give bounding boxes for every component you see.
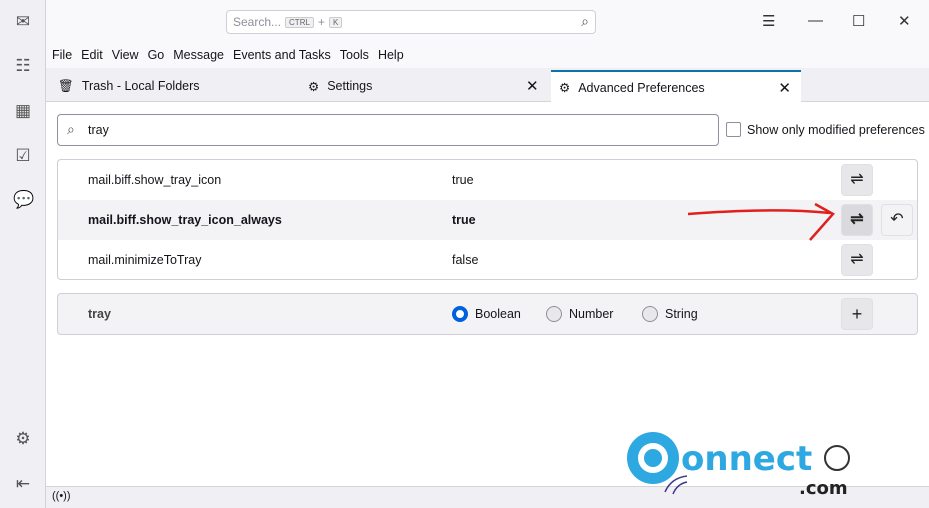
connect-logo-watermark: onnect .com — [625, 428, 855, 499]
show-modified-checkbox[interactable]: Show only modified preferences — [726, 122, 925, 137]
tab-label: Advanced Preferences — [578, 80, 705, 95]
menu-file[interactable]: File — [52, 48, 72, 64]
add-button[interactable]: + — [841, 298, 873, 330]
menu-tools[interactable]: Tools — [340, 48, 369, 64]
pref-value: true — [452, 213, 476, 227]
new-pref-name: tray — [88, 307, 111, 321]
radio-label: Boolean — [475, 307, 521, 321]
red-arrow-annotation — [687, 202, 835, 241]
search-placeholder: Search... — [233, 15, 282, 29]
menu-bar: File Edit View Go Message Events and Tas… — [46, 44, 929, 68]
toggle-button[interactable]: ⇌ — [841, 164, 873, 196]
global-search-input[interactable]: Search... CTRL + K ⌕ — [226, 10, 596, 34]
table-row: mail.biff.show_tray_icon true ⇌ — [58, 160, 917, 200]
tab-bar: 🗑 Trash - Local Folders ⚙ Settings ✕ ⚙ A… — [46, 68, 929, 103]
menu-edit[interactable]: Edit — [81, 48, 103, 64]
spaces-toolbar: ✉ ☷ ▦ ☑ 💬 ⚙ ⇤ — [0, 0, 46, 508]
search-icon: ⌕ — [67, 121, 75, 137]
pref-name: mail.biff.show_tray_icon_always — [88, 213, 282, 227]
tab-advanced-preferences[interactable]: ⚙ Advanced Preferences ✕ — [551, 70, 801, 103]
menu-view[interactable]: View — [112, 48, 139, 64]
svg-text:.com: .com — [799, 478, 848, 498]
close-tab-icon[interactable]: ✕ — [778, 79, 791, 97]
kbd-k: K — [328, 16, 343, 28]
tab-settings[interactable]: ⚙ Settings — [308, 70, 372, 102]
maximize-icon[interactable]: ☐ — [852, 12, 865, 30]
checkbox-label: Show only modified preferences — [747, 122, 925, 137]
calendar-icon[interactable]: ▦ — [13, 101, 33, 121]
radio-circle[interactable] — [642, 306, 658, 322]
svg-text:onnect: onnect — [681, 439, 812, 479]
menu-help[interactable]: Help — [378, 48, 404, 64]
radio-string[interactable]: String — [642, 306, 698, 322]
tab-label: Settings — [327, 79, 373, 93]
search-icon[interactable]: ⌕ — [581, 13, 589, 30]
menu-message[interactable]: Message — [173, 48, 224, 64]
radio-label: String — [665, 307, 698, 321]
radio-circle[interactable] — [546, 306, 562, 322]
trash-icon: 🗑 — [58, 78, 74, 93]
menu-events-tasks[interactable]: Events and Tasks — [233, 48, 331, 64]
toggle-button[interactable]: ⇌ — [841, 204, 873, 236]
table-row: mail.minimizeToTray false ⇌ — [58, 240, 917, 279]
settings-icon[interactable]: ⚙ — [13, 429, 33, 449]
gear-icon: ⚙ — [308, 79, 320, 94]
mail-icon[interactable]: ✉ — [13, 12, 33, 32]
minimize-icon[interactable]: — — [808, 12, 823, 29]
gear-icon: ⚙ — [559, 81, 571, 95]
address-book-icon[interactable]: ☷ — [13, 56, 33, 76]
search-value: tray — [88, 123, 109, 137]
close-window-icon[interactable]: ✕ — [898, 12, 911, 30]
radio-label: Number — [569, 307, 614, 321]
pref-value: true — [452, 173, 474, 187]
app-menu-icon[interactable]: ☰ — [762, 12, 775, 30]
menu-go[interactable]: Go — [148, 48, 165, 64]
radio-circle[interactable] — [452, 306, 468, 322]
online-status-icon[interactable]: ((•)) — [52, 490, 71, 502]
kbd-plus: + — [317, 15, 325, 29]
tab-trash[interactable]: 🗑 Trash - Local Folders — [58, 70, 200, 102]
tasks-icon[interactable]: ☑ — [13, 146, 33, 166]
tab-label: Trash - Local Folders — [81, 79, 200, 93]
preference-search-input[interactable]: ⌕ tray — [57, 114, 719, 146]
chat-icon[interactable]: 💬 — [13, 190, 34, 210]
new-preference-row: tray Boolean Number String + — [57, 293, 918, 335]
checkbox[interactable] — [726, 122, 741, 137]
kbd-ctrl: CTRL — [285, 16, 314, 28]
radio-number[interactable]: Number — [546, 306, 613, 322]
pref-value: false — [452, 253, 479, 267]
pref-name: mail.minimizeToTray — [88, 253, 202, 267]
radio-boolean[interactable]: Boolean — [452, 306, 521, 322]
toggle-button[interactable]: ⇌ — [841, 244, 873, 276]
reset-button[interactable]: ↶ — [881, 204, 913, 236]
collapse-icon[interactable]: ⇤ — [13, 474, 33, 494]
pref-name: mail.biff.show_tray_icon — [88, 173, 222, 187]
title-bar: Search... CTRL + K ⌕ ☰ — ☐ ✕ — [46, 0, 929, 44]
close-tab-settings-icon[interactable]: ✕ — [526, 70, 539, 102]
